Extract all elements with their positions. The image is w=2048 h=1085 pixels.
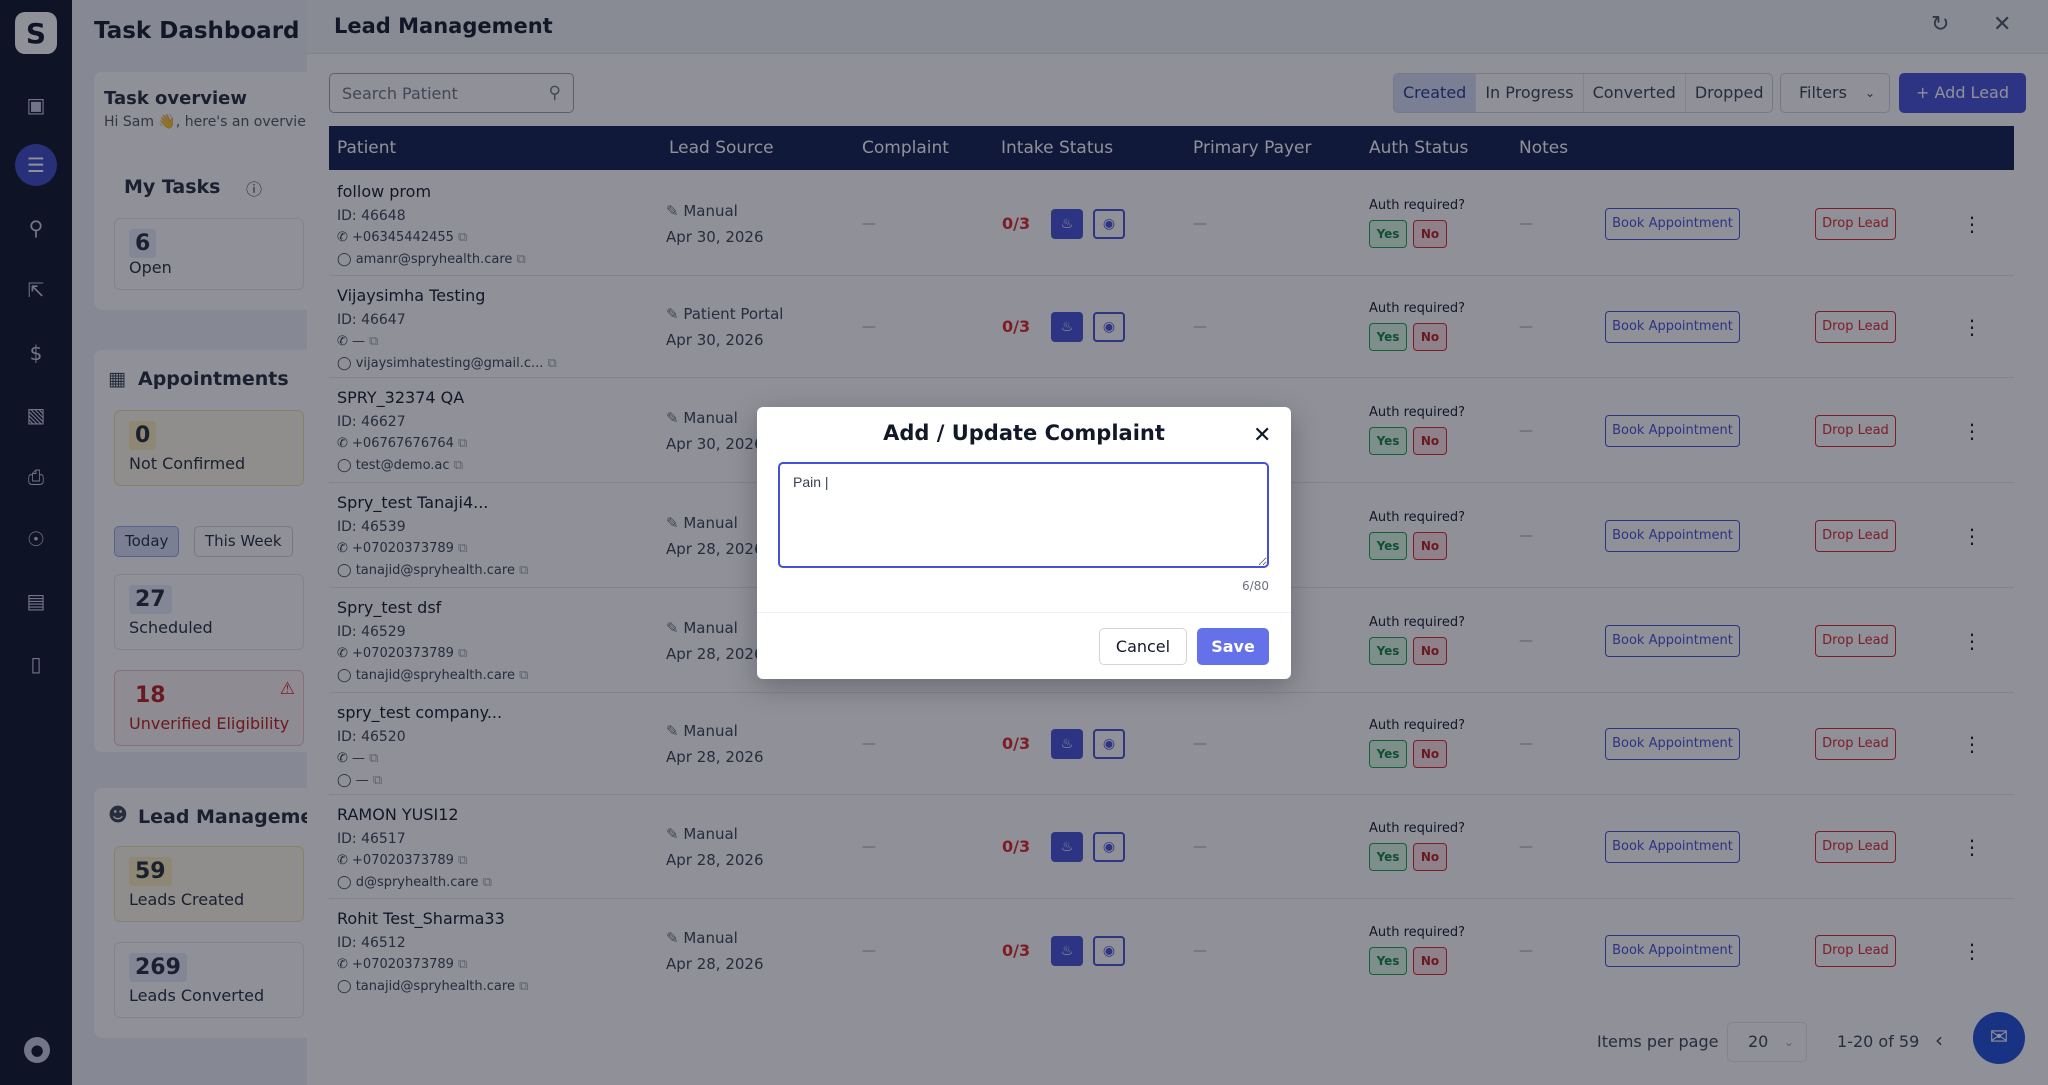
- save-button[interactable]: Save: [1197, 628, 1269, 665]
- complaint-textarea[interactable]: Pain |: [778, 462, 1269, 568]
- modal-title: Add / Update Complaint: [883, 421, 1165, 445]
- divider: [757, 612, 1291, 613]
- character-counter: 6/80: [1242, 579, 1269, 593]
- close-icon[interactable]: ✕: [1253, 423, 1271, 448]
- cancel-button[interactable]: Cancel: [1099, 628, 1187, 665]
- complaint-modal: Add / Update Complaint ✕ Pain | 6/80 Can…: [757, 407, 1291, 679]
